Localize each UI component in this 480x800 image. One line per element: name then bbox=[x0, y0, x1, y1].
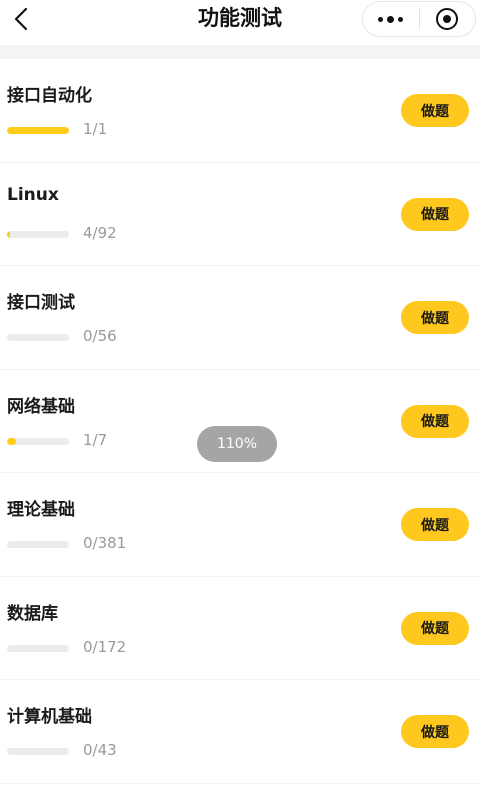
more-dots-icon bbox=[378, 15, 404, 23]
category-row: 数据库 0/172 做题 bbox=[0, 577, 480, 680]
category-list: 接口自动化 1/1 做题 Linux 4/92 做题 接口测试 0/56 做题 网络基础 1/7 做题… bbox=[0, 59, 480, 784]
progress-bar bbox=[7, 541, 69, 548]
progress-count: 1/7 bbox=[83, 430, 108, 449]
close-button[interactable] bbox=[420, 2, 476, 36]
category-name: 理论基础 bbox=[7, 500, 75, 520]
progress-count: 0/43 bbox=[83, 741, 117, 759]
do-exercise-button[interactable]: 做题 bbox=[401, 508, 469, 541]
category-row: 理论基础 0/381 做题 bbox=[0, 473, 480, 577]
progress-count: 0/172 bbox=[83, 637, 127, 656]
progress-bar bbox=[7, 230, 69, 238]
progress-count: 4/92 bbox=[83, 223, 117, 242]
category-name: 计算机基础 bbox=[7, 707, 92, 727]
progress-count: 0/56 bbox=[83, 327, 117, 345]
target-icon bbox=[436, 8, 459, 30]
category-name: 数据库 bbox=[7, 603, 58, 624]
chevron-left-icon bbox=[14, 7, 28, 31]
category-name: Linux bbox=[7, 184, 59, 205]
zoom-toast: 110% bbox=[197, 426, 277, 462]
progress-bar bbox=[7, 748, 69, 755]
progress-bar bbox=[7, 334, 69, 341]
category-row: Linux 4/92 做题 bbox=[0, 163, 480, 266]
do-exercise-button[interactable]: 做题 bbox=[401, 94, 469, 127]
do-exercise-button[interactable]: 做题 bbox=[401, 301, 469, 334]
nav-bar: 功能测试 bbox=[0, 0, 480, 45]
category-row: 计算机基础 0/43 做题 bbox=[0, 680, 480, 784]
progress-count: 1/1 bbox=[83, 120, 108, 138]
category-row: 接口自动化 1/1 做题 bbox=[0, 59, 480, 163]
page: 功能测试 接口自动化 1/1 做题 Linux 4/92 做题 接口测试 0/56 做题 网络基础… bbox=[0, 0, 480, 800]
progress-bar bbox=[7, 127, 69, 134]
mini-program-capsule bbox=[362, 1, 476, 37]
more-button[interactable] bbox=[363, 2, 419, 36]
header-separator bbox=[0, 45, 480, 59]
progress-bar bbox=[7, 437, 69, 445]
category-name: 接口测试 bbox=[7, 293, 75, 313]
progress-bar bbox=[7, 644, 69, 652]
do-exercise-button[interactable]: 做题 bbox=[401, 611, 469, 645]
do-exercise-button[interactable]: 做题 bbox=[401, 197, 469, 231]
progress-fill bbox=[7, 230, 10, 238]
progress-count: 0/381 bbox=[83, 534, 127, 552]
do-exercise-button[interactable]: 做题 bbox=[401, 404, 469, 438]
category-name: 接口自动化 bbox=[7, 86, 92, 106]
category-row: 接口测试 0/56 做题 bbox=[0, 266, 480, 370]
progress-fill bbox=[7, 127, 69, 134]
progress-fill bbox=[7, 437, 16, 445]
category-name: 网络基础 bbox=[7, 396, 75, 417]
do-exercise-button[interactable]: 做题 bbox=[401, 715, 469, 748]
back-button[interactable] bbox=[4, 4, 38, 34]
